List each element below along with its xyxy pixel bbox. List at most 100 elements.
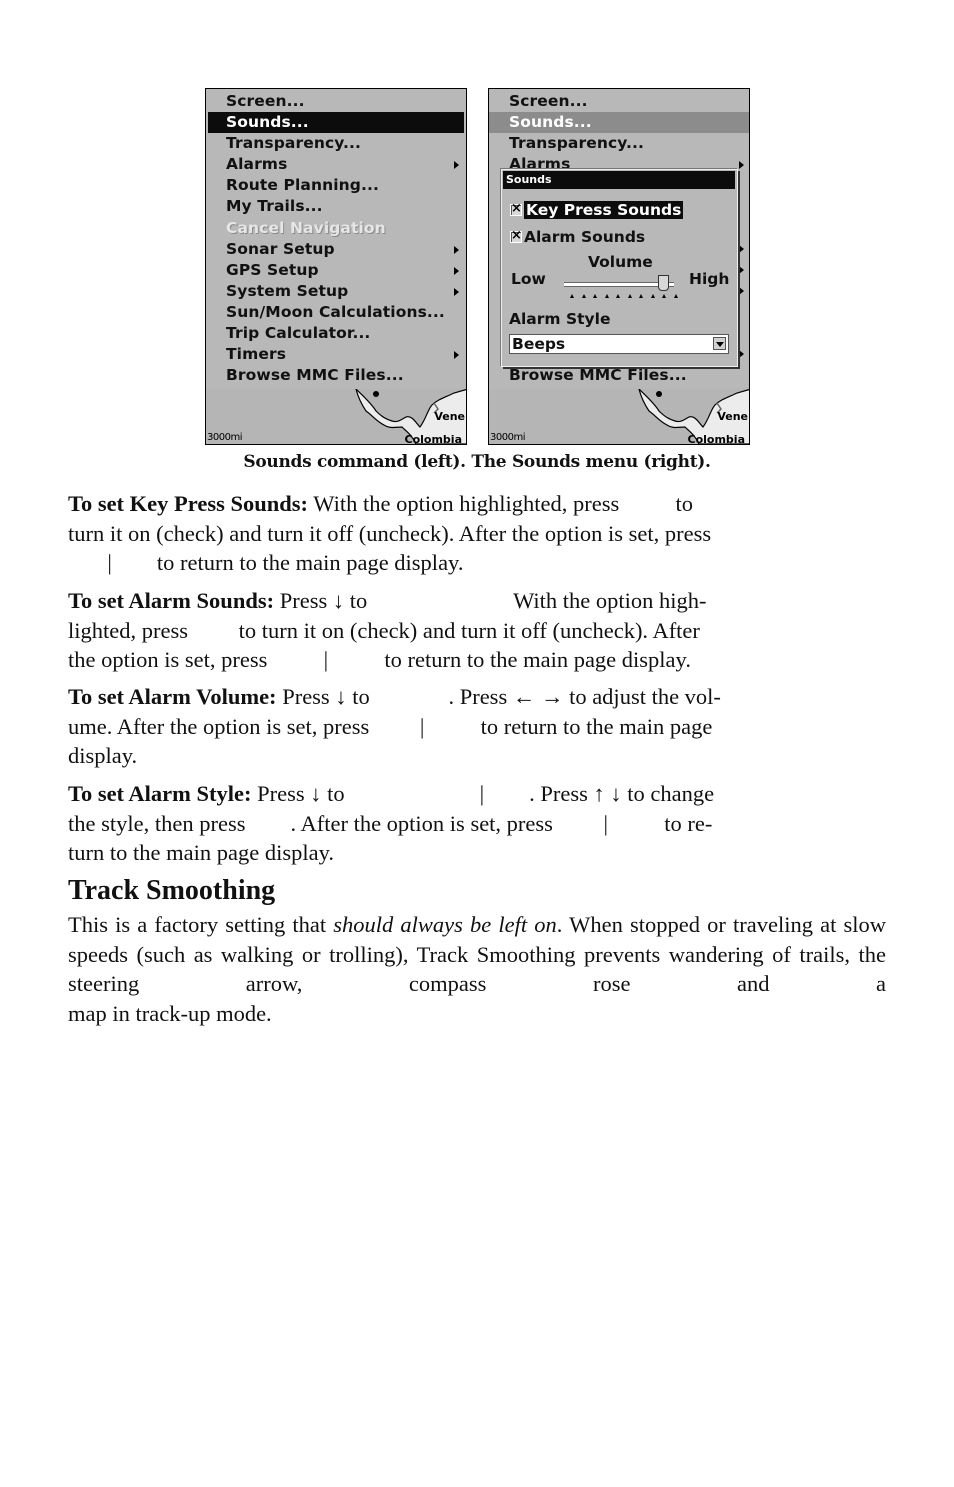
body-emphasis: should always be left on [333, 912, 557, 937]
instruction-text: Press ↓ to With the option high- [274, 588, 707, 613]
body-text: This is a factory setting that [68, 912, 334, 937]
menu-item-trip-calculator[interactable]: Trip Calculator... [206, 323, 466, 344]
submenu-arrow-icon [454, 287, 459, 296]
menu-item-screen[interactable]: Screen... [206, 91, 466, 112]
main-menu: Screen... Sounds... Transparency... Alar… [489, 89, 749, 391]
map-label: Vene [434, 410, 465, 423]
submenu-arrow-icon [454, 266, 459, 275]
chevron-down-icon[interactable] [713, 337, 726, 350]
volume-slider[interactable] [564, 275, 674, 291]
alarm-style-label: Alarm Style [509, 310, 611, 328]
volume-tick-mark [570, 294, 574, 298]
instruction-text: turn it on (check) and turn it off (unch… [68, 520, 712, 546]
volume-label: Volume [588, 253, 653, 271]
menu-item-alarms[interactable]: Alarms [489, 154, 749, 168]
menu-item-label: Alarms [226, 155, 288, 174]
volume-tick-mark [593, 294, 597, 298]
alarm-sounds-label: Alarm Sounds [524, 228, 646, 246]
map-label: Colombia [404, 433, 463, 445]
map-scale: 3000mi [490, 432, 525, 443]
menu-item-cancel-navigation: Cancel Navigation [206, 218, 466, 239]
submenu-arrow-icon [739, 266, 744, 274]
submenu-arrow-icon [739, 350, 744, 358]
menu-item-transparency[interactable]: Transparency... [489, 133, 749, 154]
figure-caption: Sounds command (left). The Sounds menu (… [243, 452, 711, 472]
checkbox-checked-icon[interactable] [510, 199, 522, 219]
instruction-title: To set Alarm Style: [68, 781, 252, 806]
submenu-arrow-icon [739, 161, 744, 169]
menu-item-my-trails[interactable]: My Trails... [206, 196, 466, 217]
volume-tick-mark [673, 294, 678, 298]
volume-tick-mark [650, 294, 655, 298]
menu-item-timers[interactable]: Timers [206, 344, 466, 365]
menu-item-system-setup[interactable]: System Setup [206, 281, 466, 302]
menu-item-alarms[interactable]: Alarms [206, 154, 466, 175]
section-heading: Track Smoothing [68, 875, 276, 906]
menu-item-screen[interactable]: Screen... [489, 91, 749, 112]
alarm-sounds-instructions: To set Alarm Sounds: Press ↓ to With the… [68, 586, 888, 675]
instruction-text: the option is set, press | to return to … [68, 647, 691, 672]
menu-item-label: System Setup [226, 281, 349, 300]
alarm-volume-instructions: To set Alarm Volume: Press ↓ to . Press … [68, 682, 888, 771]
menu-item-label: Sounds... [226, 113, 309, 132]
alarm-style-instructions: To set Alarm Style: Press ↓ to | . Press… [68, 779, 888, 868]
menu-item-browse-mmc-files[interactable]: Browse MMC Files... [206, 365, 466, 386]
alarm-sounds-option[interactable]: Alarm Sounds [510, 226, 646, 247]
instruction-text: With the option highlighted, press to [308, 491, 693, 516]
submenu-arrow-icon [454, 161, 459, 170]
volume-tick-mark [639, 294, 643, 298]
menu-item-label: Sun/Moon Calculations... [226, 302, 445, 321]
menu-item-label: Transparency... [226, 134, 362, 153]
dialog-title: Sounds [503, 171, 735, 189]
main-menu: Screen... Sounds... Transparency... Alarms R… [206, 89, 466, 391]
volume-tick-mark [604, 294, 609, 298]
volume-tick-mark [662, 294, 666, 298]
volume-tick-mark [616, 294, 620, 298]
key-press-sounds-label: Key Press Sounds [524, 201, 684, 219]
volume-tick-mark [581, 294, 586, 298]
menu-item-label: GPS Setup [226, 260, 319, 279]
alarm-style-value: Beeps [512, 335, 566, 353]
alarm-style-dropdown[interactable]: Beeps [509, 334, 729, 354]
checkbox-checked-icon[interactable] [510, 226, 522, 246]
volume-low-label: Low [511, 270, 546, 288]
submenu-arrow-icon [454, 351, 459, 360]
instruction-text: the style, then press . After the option… [68, 810, 713, 836]
menu-item-sounds[interactable]: Sounds... [208, 112, 464, 134]
menu-item-sounds[interactable]: Sounds... [489, 112, 749, 134]
menu-item-gps-setup[interactable]: GPS Setup [206, 260, 466, 281]
menu-item-transparency[interactable]: Transparency... [206, 133, 466, 154]
instruction-text: lighted, press to turn it on (check) and… [68, 617, 700, 643]
volume-ticks [570, 294, 680, 300]
instruction-text: Press ↓ to | . Press ↑ ↓ to change [251, 781, 715, 806]
menu-item-sonar-setup[interactable]: Sonar Setup [206, 239, 466, 260]
menu-item-label: Browse MMC Files... [226, 366, 404, 385]
menu-item-label: Sonar Setup [226, 239, 335, 258]
volume-tick-mark [627, 294, 632, 298]
map-label: Vene [717, 410, 748, 423]
body-text: map in track-up mode. [68, 1000, 272, 1026]
menu-item-sun-moon-calculations[interactable]: Sun/Moon Calculations... [206, 302, 466, 323]
menu-item-label: Cancel Navigation [226, 218, 386, 237]
submenu-arrow-icon [739, 245, 744, 253]
map-scale: 3000mi [207, 432, 242, 443]
section-body: This is a factory setting that should al… [68, 910, 886, 1028]
key-press-sounds-option[interactable]: Key Press Sounds [510, 199, 684, 220]
menu-item-browse-mmc[interactable]: Browse MMC Files... [489, 365, 749, 386]
instruction-text: Press ↓ to . Press ← → to adjust the vol… [276, 684, 721, 709]
map-label: Colombia [687, 433, 746, 445]
menu-item-label: Trip Calculator... [226, 324, 371, 343]
instruction-title: To set Key Press Sounds: [68, 491, 309, 516]
sounds-dialog: Sounds Key Press Sounds Alarm Sounds Vol… [501, 169, 738, 367]
volume-high-label: High [689, 270, 730, 288]
menu-item-label: Screen... [226, 92, 305, 110]
sounds-menu-screenshot: Screen... Sounds... Transparency... Alar… [488, 88, 750, 445]
instruction-text: display. [68, 743, 138, 768]
submenu-arrow-icon [454, 245, 459, 254]
submenu-arrow-icon [739, 287, 744, 295]
map-view: Vene Colombia 3000mi [489, 389, 749, 444]
volume-slider-thumb[interactable] [658, 275, 669, 291]
menu-item-route-planning[interactable]: Route Planning... [206, 175, 466, 196]
instruction-text: | to return to the main page display. [68, 550, 464, 575]
instruction-title: To set Alarm Sounds: [68, 588, 275, 613]
